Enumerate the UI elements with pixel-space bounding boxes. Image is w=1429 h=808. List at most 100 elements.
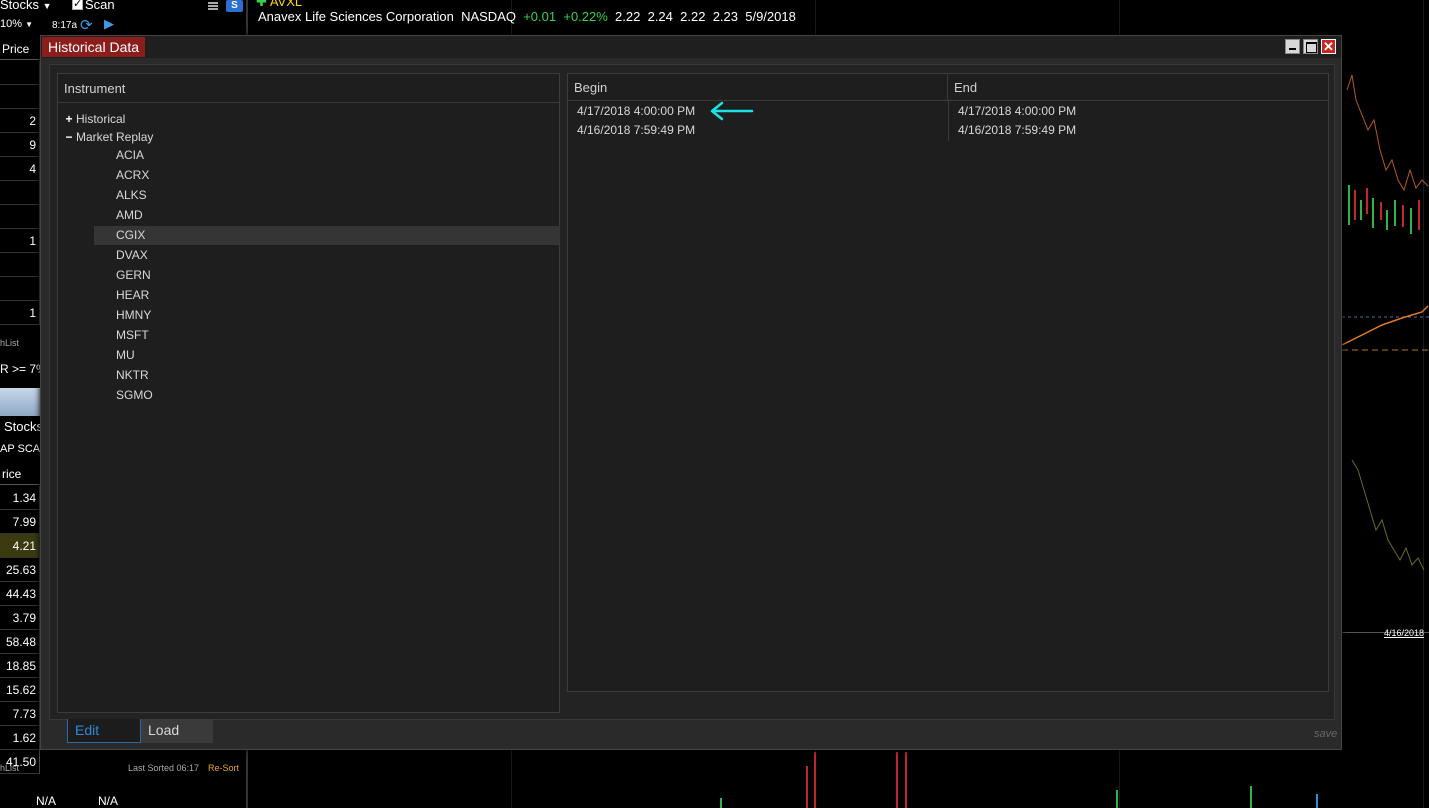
symbol-item-gern[interactable]: GERN bbox=[94, 266, 560, 285]
symbol-item-alks[interactable]: ALKS bbox=[94, 186, 560, 205]
candle bbox=[1366, 188, 1368, 214]
begin-date-cell[interactable]: 4/16/2018 7:59:49 PM bbox=[577, 123, 695, 137]
resort-button[interactable]: Re-Sort bbox=[208, 763, 239, 773]
tree-node-label: Historical bbox=[76, 112, 126, 126]
maximize-button[interactable] bbox=[1303, 39, 1318, 54]
lower-price-header[interactable]: rice bbox=[0, 463, 40, 485]
dialog-titlebar[interactable]: Historical Data ✕ bbox=[41, 36, 1341, 58]
minimize-button[interactable] bbox=[1285, 39, 1300, 54]
scan-label: Scan bbox=[85, 0, 115, 12]
symbol-item-msft[interactable]: MSFT bbox=[94, 326, 560, 345]
high-price: 2.24 bbox=[647, 9, 673, 24]
price-cell[interactable]: 3.79 bbox=[0, 606, 39, 630]
price-cell bbox=[0, 181, 39, 205]
symbol-item-nktr[interactable]: NKTR bbox=[94, 366, 560, 385]
tree-node-market-replay[interactable]: − Market Replay bbox=[58, 128, 153, 146]
candle bbox=[1394, 200, 1396, 226]
stocks-title-text: Stocks bbox=[0, 0, 40, 12]
symbol-item-amd[interactable]: AMD bbox=[94, 206, 560, 225]
price-change: +0.01 bbox=[523, 9, 557, 24]
chart-line-olive bbox=[1351, 459, 1425, 571]
volume-bar bbox=[896, 752, 898, 808]
lower-price-column: 1.34 7.99 4.21 25.63 44.43 3.79 58.48 18.85 15.6… bbox=[0, 486, 40, 774]
price-column-header[interactable]: Price bbox=[0, 38, 40, 60]
price-cell bbox=[0, 253, 39, 277]
axis-date-label: 4/16/2018 bbox=[1384, 628, 1425, 638]
close-icon: ✕ bbox=[1323, 39, 1334, 54]
instrument-header: Instrument bbox=[58, 74, 559, 103]
price-change-pct: +0.22% bbox=[563, 9, 608, 24]
chart-quote-header: Anavex Life Sciences Corporation NASDAQ … bbox=[258, 9, 796, 24]
price-cell bbox=[0, 61, 39, 85]
pct-label: 10% bbox=[0, 18, 23, 30]
price-cell[interactable]: 15.62 bbox=[0, 678, 39, 702]
na-value: N/A bbox=[36, 794, 57, 808]
symbol-item-mu[interactable]: MU bbox=[94, 346, 560, 365]
tab-edit[interactable]: Edit bbox=[67, 719, 141, 743]
stocks-title[interactable]: Stocks ▼ bbox=[0, 0, 52, 12]
symbol-item-sgmo[interactable]: SGMO bbox=[94, 386, 560, 405]
close-button[interactable]: ✕ bbox=[1321, 39, 1336, 54]
end-date-cell: 4/16/2018 7:59:49 PM bbox=[958, 123, 1077, 137]
begin-column-header[interactable]: Begin bbox=[568, 74, 948, 101]
price-cell: 1 bbox=[0, 229, 39, 253]
symbol-item-dvax[interactable]: DVAX bbox=[94, 246, 560, 265]
refresh-icon[interactable]: ⟳ bbox=[80, 16, 93, 34]
price-cell[interactable]: 25.63 bbox=[0, 558, 39, 582]
begin-date-cell[interactable]: 4/17/2018 4:00:00 PM bbox=[577, 104, 695, 118]
menu-icon[interactable] bbox=[208, 2, 218, 10]
price-chart-fragment bbox=[1342, 74, 1429, 571]
checkbox-icon[interactable] bbox=[72, 0, 83, 10]
plus-icon[interactable]: ✚ bbox=[256, 0, 267, 9]
footer-list-label[interactable]: hList bbox=[0, 763, 19, 773]
price-cell[interactable]: 18.85 bbox=[0, 654, 39, 678]
pct-selector[interactable]: 10% ▼ bbox=[0, 18, 33, 30]
s-button[interactable]: S bbox=[226, 0, 243, 12]
price-cell[interactable]: 4.21 bbox=[0, 534, 39, 558]
symbol-item-hear[interactable]: HEAR bbox=[94, 286, 560, 305]
price-cell[interactable]: 7.99 bbox=[0, 510, 39, 534]
end-column-header[interactable]: End bbox=[948, 74, 1328, 101]
volume-bar bbox=[720, 798, 722, 808]
chart-line-volume bbox=[1342, 305, 1429, 346]
save-link[interactable]: save bbox=[1314, 728, 1337, 740]
dropdown-arrow-icon[interactable]: ▼ bbox=[43, 1, 52, 11]
expand-icon[interactable]: + bbox=[62, 110, 76, 128]
price-cell[interactable]: 1.62 bbox=[0, 726, 39, 750]
end-date-cell[interactable]: 4/17/2018 4:00:00 PM bbox=[958, 104, 1076, 118]
price-cell[interactable]: 1.34 bbox=[0, 486, 39, 510]
price-cell: 4 bbox=[0, 157, 39, 181]
chart-symbol-text: AVXL bbox=[269, 0, 303, 9]
volume-bar bbox=[806, 766, 808, 808]
price-cell[interactable]: 7.73 bbox=[0, 702, 39, 726]
scan-checkbox[interactable]: Scan bbox=[72, 0, 115, 12]
candle bbox=[1402, 205, 1404, 227]
collapse-icon[interactable]: − bbox=[62, 128, 76, 146]
price-cell[interactable]: 44.43 bbox=[0, 582, 39, 606]
dropdown-arrow-icon: ▼ bbox=[25, 20, 34, 29]
watchlist-label[interactable]: hList bbox=[0, 338, 19, 348]
tab-load[interactable]: Load bbox=[141, 719, 213, 743]
dialog-title: Historical Data bbox=[42, 37, 146, 57]
symbol-item-acia[interactable]: ACIA bbox=[94, 146, 560, 165]
candle bbox=[1354, 190, 1356, 220]
na-value: N/A bbox=[98, 794, 119, 808]
candle bbox=[1360, 200, 1362, 220]
price-cell: 2 bbox=[0, 109, 39, 133]
quote-date: 5/9/2018 bbox=[745, 9, 796, 24]
volume-bar bbox=[1250, 786, 1252, 808]
symbol-item-acrx[interactable]: ACRX bbox=[94, 166, 560, 185]
symbol-item-cgix[interactable]: CGIX bbox=[94, 226, 560, 245]
candles bbox=[1348, 185, 1420, 234]
volume-bar bbox=[1316, 794, 1318, 808]
candle bbox=[1410, 208, 1412, 234]
scanner-footer: hList Last Sorted 06:17 Re-Sort bbox=[0, 760, 246, 776]
annotation-arrow-icon bbox=[710, 101, 754, 121]
price-cell[interactable]: 58.48 bbox=[0, 630, 39, 654]
tree-node-historical[interactable]: + Historical bbox=[58, 110, 125, 128]
column-separator bbox=[948, 101, 949, 141]
symbol-item-hmny[interactable]: HMNY bbox=[94, 306, 560, 325]
exchange: NASDAQ bbox=[461, 9, 516, 24]
play-icon[interactable]: ▶ bbox=[104, 16, 114, 32]
open-price: 2.22 bbox=[615, 9, 641, 24]
